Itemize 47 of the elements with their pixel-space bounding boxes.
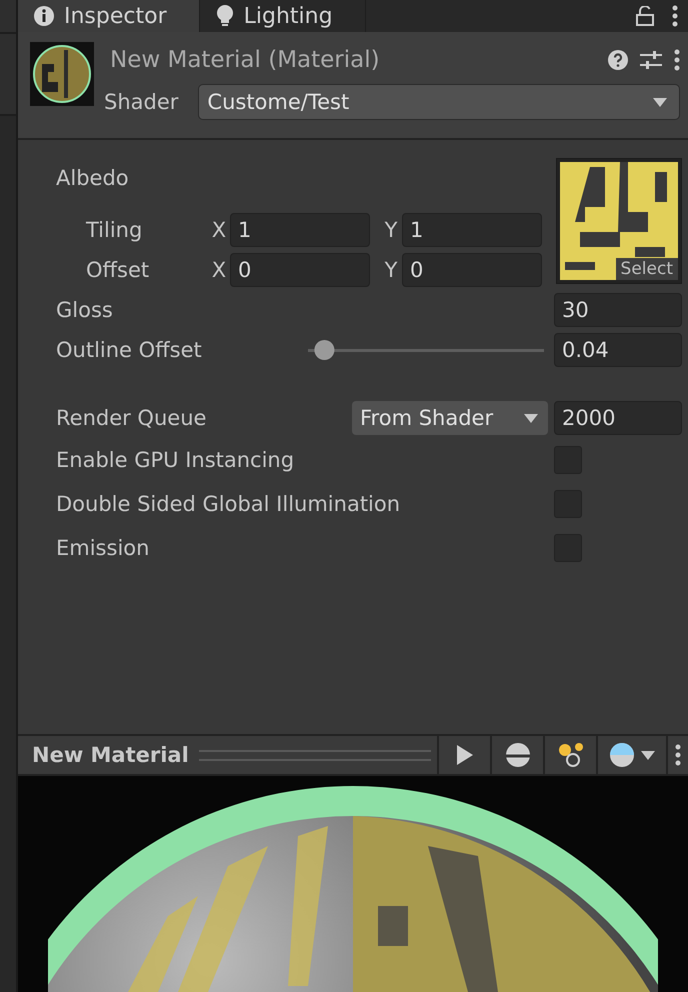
axis-label: Y: [384, 258, 398, 282]
property-label: Outline Offset: [56, 338, 203, 362]
caret-icon: [641, 750, 655, 760]
sphere-icon: [609, 742, 635, 768]
more-options-icon[interactable]: [672, 5, 678, 27]
sliders-icon[interactable]: [640, 50, 662, 70]
slider-thumb[interactable]: [314, 340, 334, 360]
drag-handle[interactable]: [198, 750, 431, 760]
lightbulb-icon: [216, 5, 234, 27]
caret-icon: [653, 98, 667, 106]
property-label: Render Queue: [56, 406, 208, 430]
sphere-icon: [504, 742, 530, 768]
render-queue-dropdown[interactable]: From Shader: [352, 401, 548, 435]
property-label: Enable GPU Instancing: [56, 448, 296, 472]
more-options-icon: [675, 744, 681, 766]
number-field[interactable]: 0.04: [554, 333, 682, 367]
select-button[interactable]: Select: [616, 258, 678, 280]
help-icon[interactable]: [608, 50, 628, 70]
lights-icon: [558, 742, 584, 768]
info-icon: [34, 6, 54, 26]
number-field[interactable]: 30: [554, 293, 682, 327]
property-label: Double Sided Global Illumination: [56, 492, 402, 516]
axis-label: Y: [384, 218, 398, 242]
more-options-icon[interactable]: [674, 49, 680, 71]
preview-title: New Material: [31, 743, 190, 767]
axis-label: X: [210, 258, 228, 282]
unlocked-padlock-icon[interactable]: [636, 6, 654, 26]
tab[interactable]: Inspector: [18, 0, 200, 32]
material-sphere-thumbnail: [32, 44, 92, 104]
number-field[interactable]: 1: [230, 213, 370, 247]
property-label: Gloss: [56, 298, 114, 322]
caret-icon: [524, 414, 538, 422]
field-label: Offset: [85, 258, 150, 282]
material-title: New Material (Material): [110, 47, 381, 73]
number-field[interactable]: 0: [402, 253, 542, 287]
tab[interactable]: Lighting: [200, 0, 366, 32]
albedo-label: Albedo: [56, 166, 129, 190]
number-field[interactable]: 2000: [554, 401, 682, 435]
shader-dropdown[interactable]: Custome/Test: [198, 84, 680, 120]
texture-slot[interactable]: Select: [556, 158, 682, 284]
shader-label: Shader: [104, 90, 178, 114]
property-label: Emission: [56, 536, 150, 560]
number-field[interactable]: 1: [402, 213, 542, 247]
number-field[interactable]: 0: [230, 253, 370, 287]
axis-label: X: [210, 218, 228, 242]
play-icon: [456, 745, 472, 765]
field-label: Tiling: [85, 218, 144, 242]
